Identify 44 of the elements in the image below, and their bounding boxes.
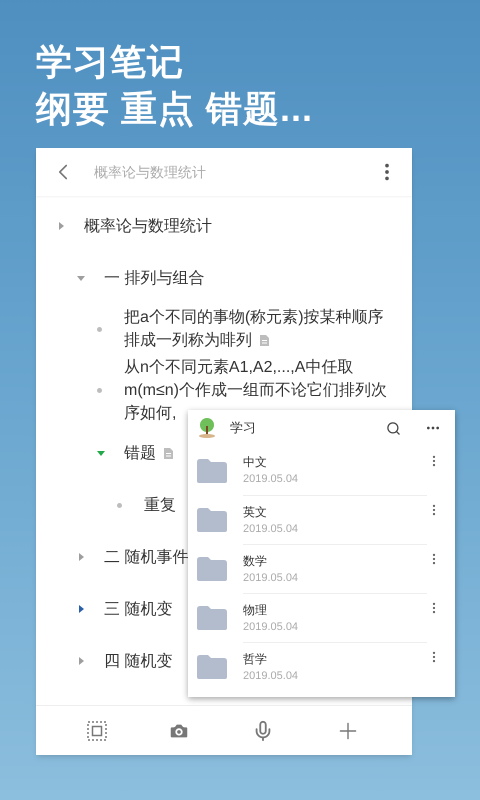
tree-logo-icon: [198, 418, 216, 438]
headline: 纲要 重点 错题...: [36, 87, 314, 131]
search-icon[interactable]: [386, 420, 401, 436]
folder-icon: [197, 458, 227, 482]
folder-date: 2019.05.04: [243, 620, 300, 634]
folder-icon: [197, 606, 227, 630]
expand-arrow-icon[interactable]: [76, 552, 86, 562]
folder-date: 2019.05.04: [243, 472, 300, 487]
notebook-title: 概率论与数理统计: [94, 162, 206, 182]
folder-name: 物理: [243, 602, 268, 618]
folder-icon: [197, 508, 227, 532]
headline: 学习笔记: [36, 40, 185, 84]
outline-item[interactable]: 概率论与数理统计: [84, 214, 212, 238]
folder-icon: [197, 556, 227, 580]
bullet-icon: [97, 326, 102, 332]
outline-item[interactable]: 二 随机事件: [104, 546, 188, 568]
folder-date: 2019.05.04: [243, 668, 300, 684]
expand-arrow-icon[interactable]: [76, 604, 86, 614]
bullet-icon: [97, 388, 102, 393]
folder-name: 哲学: [243, 650, 268, 668]
folder-date: 2019.05.04: [243, 570, 300, 586]
folder-icon: [197, 654, 227, 678]
scan-frame-icon[interactable]: [86, 720, 107, 740]
expand-arrow-icon[interactable]: [56, 221, 66, 231]
panel-title: 学习: [230, 419, 256, 438]
outline-item[interactable]: 错题: [124, 442, 173, 464]
folder-item[interactable]: 英文 2019.05.04: [188, 495, 455, 544]
outline-item[interactable]: 一 排列与组合: [104, 266, 204, 290]
folder-item[interactable]: 中文 2019.05.04: [188, 446, 455, 495]
outline-item[interactable]: 四 随机变: [104, 650, 172, 672]
outline-item[interactable]: 三 随机变: [104, 598, 172, 620]
folder-item[interactable]: 物理 2019.05.04: [188, 593, 455, 642]
folder-name: 数学: [243, 552, 268, 570]
folder-date: 2019.05.04: [243, 522, 300, 536]
collapse-arrow-icon[interactable]: [76, 273, 86, 283]
collapse-arrow-icon[interactable]: [96, 448, 106, 458]
expand-arrow-icon[interactable]: [76, 656, 86, 666]
outline-item[interactable]: 重复: [144, 494, 176, 516]
bullet-icon: [117, 502, 122, 508]
folder-name: 英文: [243, 504, 268, 520]
outline-item[interactable]: 把a个不同的事物(称元素)按某种顺序 排成一列称为啡列: [124, 306, 384, 352]
folder-name: 中文: [243, 454, 268, 471]
folder-item[interactable]: 数学 2019.05.04: [188, 544, 455, 593]
folder-item[interactable]: 哲学 2019.05.04: [188, 642, 455, 691]
